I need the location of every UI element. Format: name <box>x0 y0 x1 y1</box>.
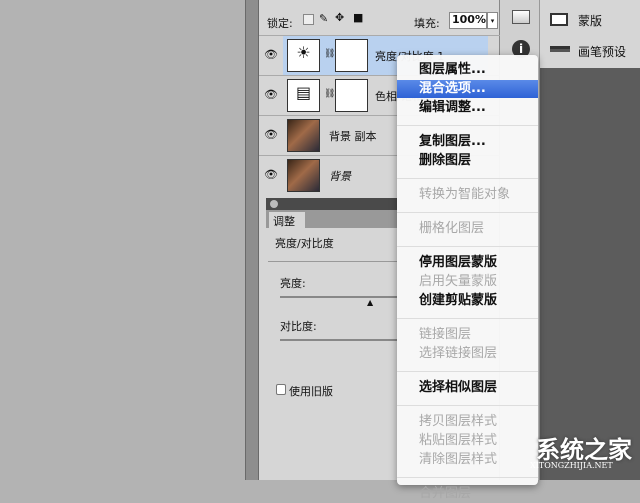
mask-thumbnail[interactable] <box>335 79 368 112</box>
menu-item[interactable]: 编辑调整... <box>397 99 538 117</box>
close-icon[interactable] <box>270 200 278 208</box>
menu-item[interactable]: 启用矢量蒙版 <box>397 273 538 291</box>
menu-item[interactable]: 清除图层样式 <box>397 451 538 469</box>
adjustment-thumbnail-icon: ☀ <box>287 39 320 72</box>
menu-separator <box>397 125 538 126</box>
menu-item[interactable]: 删除图层 <box>397 152 538 170</box>
menu-separator <box>397 371 538 372</box>
visibility-eye-icon[interactable]: 👁 <box>263 88 279 102</box>
brightness-slider[interactable] <box>280 296 397 298</box>
contrast-slider[interactable] <box>280 339 397 341</box>
menu-item[interactable]: 图层属性... <box>397 61 538 79</box>
divider <box>268 261 397 262</box>
visibility-eye-icon[interactable]: 👁 <box>263 128 279 142</box>
menu-separator <box>397 405 538 406</box>
menu-item[interactable]: 复制图层... <box>397 133 538 151</box>
legacy-checkbox[interactable] <box>276 384 286 395</box>
lock-all-icon[interactable]: ■ <box>353 11 363 24</box>
menu-item[interactable]: 选择相似图层 <box>397 379 538 397</box>
menu-separator <box>397 318 538 319</box>
tab-adjustments[interactable]: 调整 <box>269 212 305 228</box>
visibility-eye-icon[interactable]: 👁 <box>263 48 279 62</box>
menu-item[interactable]: 创建剪贴蒙版 <box>397 292 538 310</box>
menu-item[interactable]: 链接图层 <box>397 326 538 344</box>
lock-move-icon[interactable]: ✥ <box>335 11 344 24</box>
layer-thumbnail <box>287 119 320 152</box>
menu-item[interactable]: 粘贴图层样式 <box>397 432 538 450</box>
menu-separator <box>397 477 538 478</box>
menu-item[interactable]: 合并图层 <box>397 485 538 503</box>
link-chain-icon[interactable]: ⛓ <box>324 89 335 99</box>
adjustment-title: 亮度/对比度 <box>275 237 334 250</box>
right-panel: 蒙版 画笔预设 <box>540 0 640 68</box>
fill-label: 填充: <box>414 17 440 30</box>
adjustments-titlebar <box>266 198 397 210</box>
brush-presets-icon[interactable] <box>550 46 570 52</box>
fill-input[interactable]: 100% <box>449 12 487 29</box>
adjustments-panel: 调整 亮度/对比度 亮度: ▲ 对比度: 使用旧版 <box>266 198 397 480</box>
fill-dropdown-icon[interactable]: ▾ <box>487 12 498 29</box>
lock-transparency-icon[interactable] <box>303 14 314 25</box>
panel-divider <box>245 0 259 480</box>
menu-separator <box>397 246 538 247</box>
adjustment-thumbnail-icon: ▤ <box>287 79 320 112</box>
layer-name: 背景 <box>329 170 351 183</box>
canvas-area <box>540 68 640 480</box>
link-chain-icon[interactable]: ⛓ <box>324 49 335 59</box>
menu-item[interactable]: 拷贝图层样式 <box>397 413 538 431</box>
context-menu: 图层属性... 混合选项... 编辑调整... 复制图层... 删除图层转换为智能对象栅… <box>397 55 538 501</box>
watermark-logo: 系统之家 <box>536 436 632 464</box>
layer-thumbnail <box>287 159 320 192</box>
brightness-label: 亮度: <box>280 277 306 290</box>
menu-item[interactable]: 转换为智能对象 <box>397 186 538 204</box>
mask-label[interactable]: 蒙版 <box>578 12 602 29</box>
menu-item[interactable]: 停用图层蒙版 <box>397 254 538 272</box>
menu-item[interactable]: 栅格化图层 <box>397 220 538 238</box>
lock-brush-icon[interactable]: ✎ <box>319 12 328 25</box>
brush-presets-label[interactable]: 画笔预设 <box>578 43 626 60</box>
lock-label: 锁定: <box>267 17 293 30</box>
brightness-slider-thumb[interactable]: ▲ <box>367 298 373 307</box>
visibility-eye-icon[interactable]: 👁 <box>263 168 279 182</box>
histogram-icon[interactable] <box>512 10 530 24</box>
lock-bar: 锁定: ✎ ✥ ■ 填充: 100% ▾ <box>259 10 500 35</box>
watermark-url: XITONGZHIJIA.NET <box>530 461 613 470</box>
menu-separator <box>397 178 538 179</box>
mask-icon[interactable] <box>550 13 568 26</box>
menu-item[interactable]: 混合选项... <box>397 80 538 98</box>
contrast-label: 对比度: <box>280 320 317 333</box>
legacy-label[interactable]: 使用旧版 <box>289 383 333 399</box>
layer-name: 背景 副本 <box>329 130 377 143</box>
menu-separator <box>397 212 538 213</box>
mask-thumbnail[interactable] <box>335 39 368 72</box>
menu-item[interactable]: 选择链接图层 <box>397 345 538 363</box>
